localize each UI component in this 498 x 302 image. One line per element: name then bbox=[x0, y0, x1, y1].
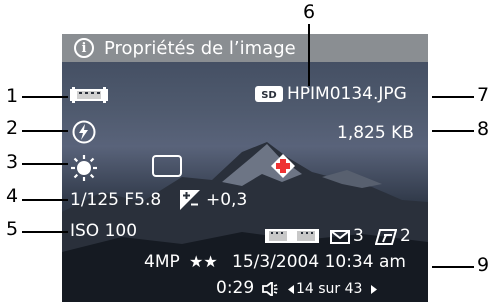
callout-line-1 bbox=[22, 96, 68, 98]
file-size: 1,825 KB bbox=[337, 123, 414, 143]
iso-value: ISO 100 bbox=[70, 221, 138, 241]
sd-card-icon: SD bbox=[255, 86, 283, 102]
print-count: 2 bbox=[400, 226, 411, 246]
next-image-icon[interactable] bbox=[371, 285, 377, 294]
callout-8: 8 bbox=[477, 118, 490, 140]
sd-badge: SD bbox=[261, 90, 277, 101]
email-count: 3 bbox=[353, 226, 364, 246]
envelope-icon bbox=[330, 230, 350, 244]
callout-6: 6 bbox=[303, 1, 316, 23]
callout-2: 2 bbox=[6, 117, 19, 139]
blank-frame-icon bbox=[152, 155, 182, 177]
callout-1: 1 bbox=[6, 85, 19, 107]
speaker-icon bbox=[262, 282, 278, 296]
callout-line-7 bbox=[432, 96, 474, 98]
page-title: Propriétés de l’image bbox=[104, 37, 296, 59]
camera-screen: i Propriétés de l’image SD HPIM0134.JPG … bbox=[62, 34, 428, 302]
printer-icon bbox=[375, 229, 397, 245]
exposure-compensation-icon bbox=[180, 190, 200, 210]
callout-line-2 bbox=[22, 130, 68, 132]
panorama-icon bbox=[70, 87, 108, 103]
exposure-compensation: +0,3 bbox=[206, 190, 248, 210]
exposure-value: 1/125 F5.8 bbox=[70, 190, 162, 210]
callout-5: 5 bbox=[6, 218, 19, 240]
callout-3: 3 bbox=[6, 151, 19, 173]
sun-icon bbox=[71, 155, 97, 181]
callout-9: 9 bbox=[477, 254, 490, 276]
resolution: 4MP bbox=[144, 252, 180, 272]
audio-duration: 0:29 bbox=[216, 278, 255, 298]
image-position: 14 sur 43 bbox=[296, 281, 363, 297]
title-bar: i Propriétés de l’image bbox=[62, 34, 428, 62]
panorama-stitch-icon bbox=[265, 229, 319, 243]
filename: HPIM0134.JPG bbox=[287, 84, 407, 104]
callout-line-4 bbox=[22, 199, 68, 201]
callout-line-8 bbox=[432, 130, 474, 132]
previous-image-icon[interactable] bbox=[288, 285, 294, 294]
callout-line-5 bbox=[22, 231, 68, 233]
flash-off-icon bbox=[72, 120, 96, 144]
date-time: 15/3/2004 10:34 am bbox=[232, 252, 406, 272]
callout-line-9 bbox=[432, 266, 474, 268]
focus-icon bbox=[271, 154, 295, 178]
callout-7: 7 bbox=[477, 84, 490, 106]
star-rating: ★★ bbox=[189, 252, 218, 271]
callout-4: 4 bbox=[6, 185, 19, 207]
info-icon: i bbox=[74, 38, 94, 58]
callout-line-3 bbox=[22, 163, 68, 165]
callout-line-6 bbox=[308, 24, 310, 86]
